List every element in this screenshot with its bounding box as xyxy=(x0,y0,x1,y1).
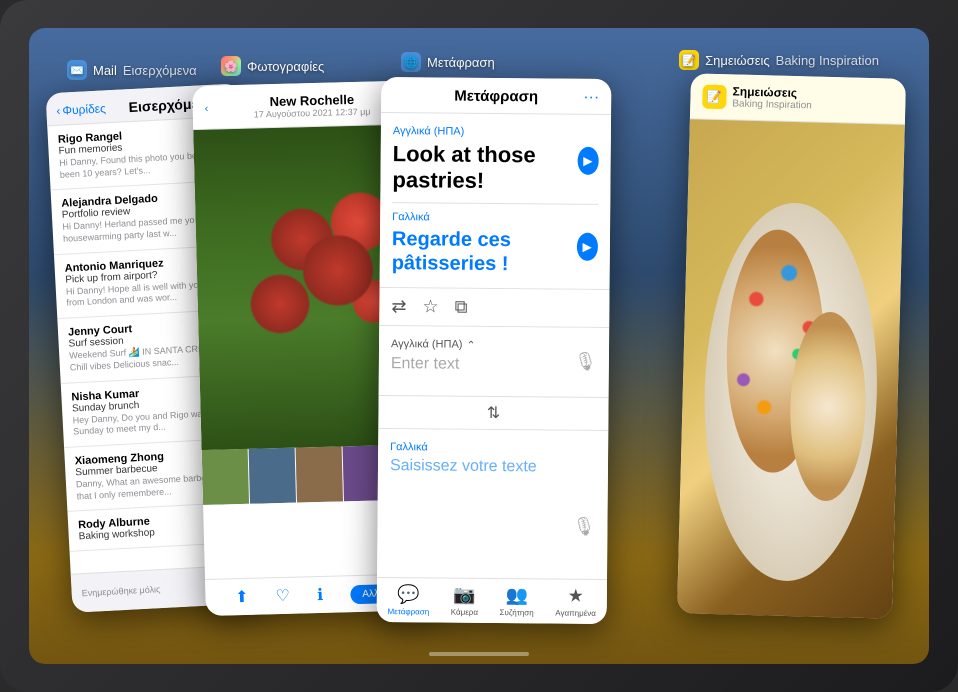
translation-output-lang-text: Γαλλικά xyxy=(390,441,428,453)
convo-nav-icon: 👥 xyxy=(505,585,528,606)
mail-sublabel-text: Εισερχόμενα xyxy=(123,63,197,78)
favorites-nav-label: Αγαπημένα xyxy=(555,609,596,618)
photo-thumb-2[interactable] xyxy=(249,448,297,504)
photos-icon: 🌸 xyxy=(221,56,241,76)
arrows-icon[interactable]: ⇄ xyxy=(391,296,406,317)
photos-date: 17 Αυγούστου 2021 12:37 μμ xyxy=(254,107,371,120)
notes-app-label: 📝 Σημειώσεις Baking Inspiration xyxy=(679,50,879,70)
copy-icon[interactable]: ⧉ xyxy=(455,296,468,317)
translation-translated-text: Regarde ces pâtisseries ! xyxy=(392,227,577,277)
mail-back-label: Φυρίδες xyxy=(62,101,106,117)
notes-subtitle: Baking Inspiration xyxy=(732,98,812,111)
translation-source-lang: Αγγλικά (ΗΠΑ) xyxy=(393,125,599,139)
favorites-nav-icon: ★ xyxy=(568,586,584,607)
translation-header: Μετάφραση ··· xyxy=(381,77,611,115)
notes-app-icon: 📝 xyxy=(702,84,727,109)
translation-output-lang: Γαλλικά xyxy=(390,441,596,455)
translation-play-translated-button[interactable]: ▶ xyxy=(576,232,598,260)
photo-thumb-1[interactable] xyxy=(202,449,250,505)
play-translated-icon: ▶ xyxy=(583,240,592,254)
translation-input-lang-text: Αγγλικά (ΗΠΑ) xyxy=(391,338,463,351)
translation-label-text: Μετάφραση xyxy=(427,55,495,70)
photos-favorite-button[interactable]: ♡ xyxy=(275,586,290,606)
translation-bottom-nav: 💬 Μετάφραση 📷 Κάμερα 👥 Συζήτηση ★ Αγαπημ… xyxy=(377,577,607,624)
notes-header: 📝 Σημειώσεις Baking Inspiration xyxy=(690,73,906,125)
mail-back-button[interactable]: ‹ Φυρίδες xyxy=(56,101,106,118)
translation-nav-translate[interactable]: 💬 Μετάφραση xyxy=(387,584,429,616)
translation-divider xyxy=(392,202,598,205)
mail-app-label: ✉️ Mail Εισερχόμενα xyxy=(67,60,197,80)
translation-nav-favorites[interactable]: ★ Αγαπημένα xyxy=(555,586,596,618)
translation-input-placeholder: Enter text xyxy=(391,355,597,375)
translation-menu-button[interactable]: ··· xyxy=(583,88,599,106)
translation-icon: 🌐 xyxy=(401,52,421,72)
notes-baking-image xyxy=(677,119,905,618)
heart-icon: ♡ xyxy=(275,586,290,606)
mail-label-text: Mail xyxy=(93,63,117,78)
translation-app-label: 🌐 Μετάφραση xyxy=(401,52,495,72)
translation-result-area: Αγγλικά (ΗΠΑ) Look at those pastries! ▶ … xyxy=(380,113,612,290)
ipad-home-indicator[interactable] xyxy=(429,652,529,656)
camera-nav-icon: 📷 xyxy=(453,585,476,606)
translation-nav-convo[interactable]: 👥 Συζήτηση xyxy=(500,585,534,617)
notes-card[interactable]: 📝 Σημειώσεις Baking Inspiration xyxy=(677,73,906,618)
notes-icon: 📝 xyxy=(679,50,699,70)
translation-swap-button[interactable]: ⇅ xyxy=(378,396,608,431)
translate-nav-label: Μετάφραση xyxy=(387,607,429,616)
photos-share-button[interactable]: ⬆ xyxy=(235,587,249,607)
translation-title: Μετάφραση xyxy=(454,88,538,106)
swap-icon: ⇅ xyxy=(487,403,501,423)
translation-nav-camera[interactable]: 📷 Κάμερα xyxy=(451,585,478,617)
translation-play-original-button[interactable]: ▶ xyxy=(577,147,599,175)
translate-nav-icon: 💬 xyxy=(397,584,420,605)
notes-sublabel-text: Baking Inspiration xyxy=(776,53,879,68)
translation-original-text: Look at those pastries! xyxy=(392,141,577,195)
ipad-screen: ✉️ Mail Εισερχόμενα 🌸 Φωτογραφίες 🌐 Μετά… xyxy=(29,28,929,664)
translation-input-area[interactable]: Αγγλικά (ΗΠΑ) ⌃ Enter text 🎙 xyxy=(379,326,610,398)
star-icon[interactable]: ☆ xyxy=(422,296,438,317)
convo-nav-label: Συζήτηση xyxy=(500,608,534,617)
translation-output-mic-button[interactable]: 🎙 xyxy=(573,517,596,538)
photos-app-label: 🌸 Φωτογραφίες xyxy=(221,56,324,76)
translation-action-row: ⇄ ☆ ⧉ xyxy=(379,288,609,328)
photo-thumb-3[interactable] xyxy=(296,446,344,502)
notes-header-text: Σημειώσεις Baking Inspiration xyxy=(732,84,812,111)
mail-updated-text: Ενημερώθηκε μόλις xyxy=(81,584,160,598)
chevron-left-icon: ‹ xyxy=(56,104,61,118)
translation-output-placeholder: Saisissez votre texte xyxy=(390,457,596,477)
photos-back-button[interactable]: ‹ xyxy=(205,102,209,114)
photos-label-text: Φωτογραφίες xyxy=(247,59,324,74)
photos-info-button[interactable]: ℹ xyxy=(317,585,324,605)
mail-icon: ✉️ xyxy=(67,60,87,80)
chevron-down-icon: ⌃ xyxy=(466,339,475,352)
share-icon: ⬆ xyxy=(235,587,249,607)
info-icon: ℹ xyxy=(317,585,324,605)
notes-label-text: Σημειώσεις xyxy=(705,53,770,68)
translation-mic-button[interactable]: 🎙 xyxy=(574,351,597,372)
translation-target-lang: Γαλλικά xyxy=(392,211,598,225)
translation-input-lang: Αγγλικά (ΗΠΑ) ⌃ xyxy=(391,338,597,353)
ipad-frame: ✉️ Mail Εισερχόμενα 🌸 Φωτογραφίες 🌐 Μετά… xyxy=(0,0,958,692)
camera-nav-label: Κάμερα xyxy=(451,608,478,617)
play-icon: ▶ xyxy=(583,154,592,168)
translation-card[interactable]: Μετάφραση ··· Αγγλικά (ΗΠΑ) Look at thos… xyxy=(377,77,612,624)
